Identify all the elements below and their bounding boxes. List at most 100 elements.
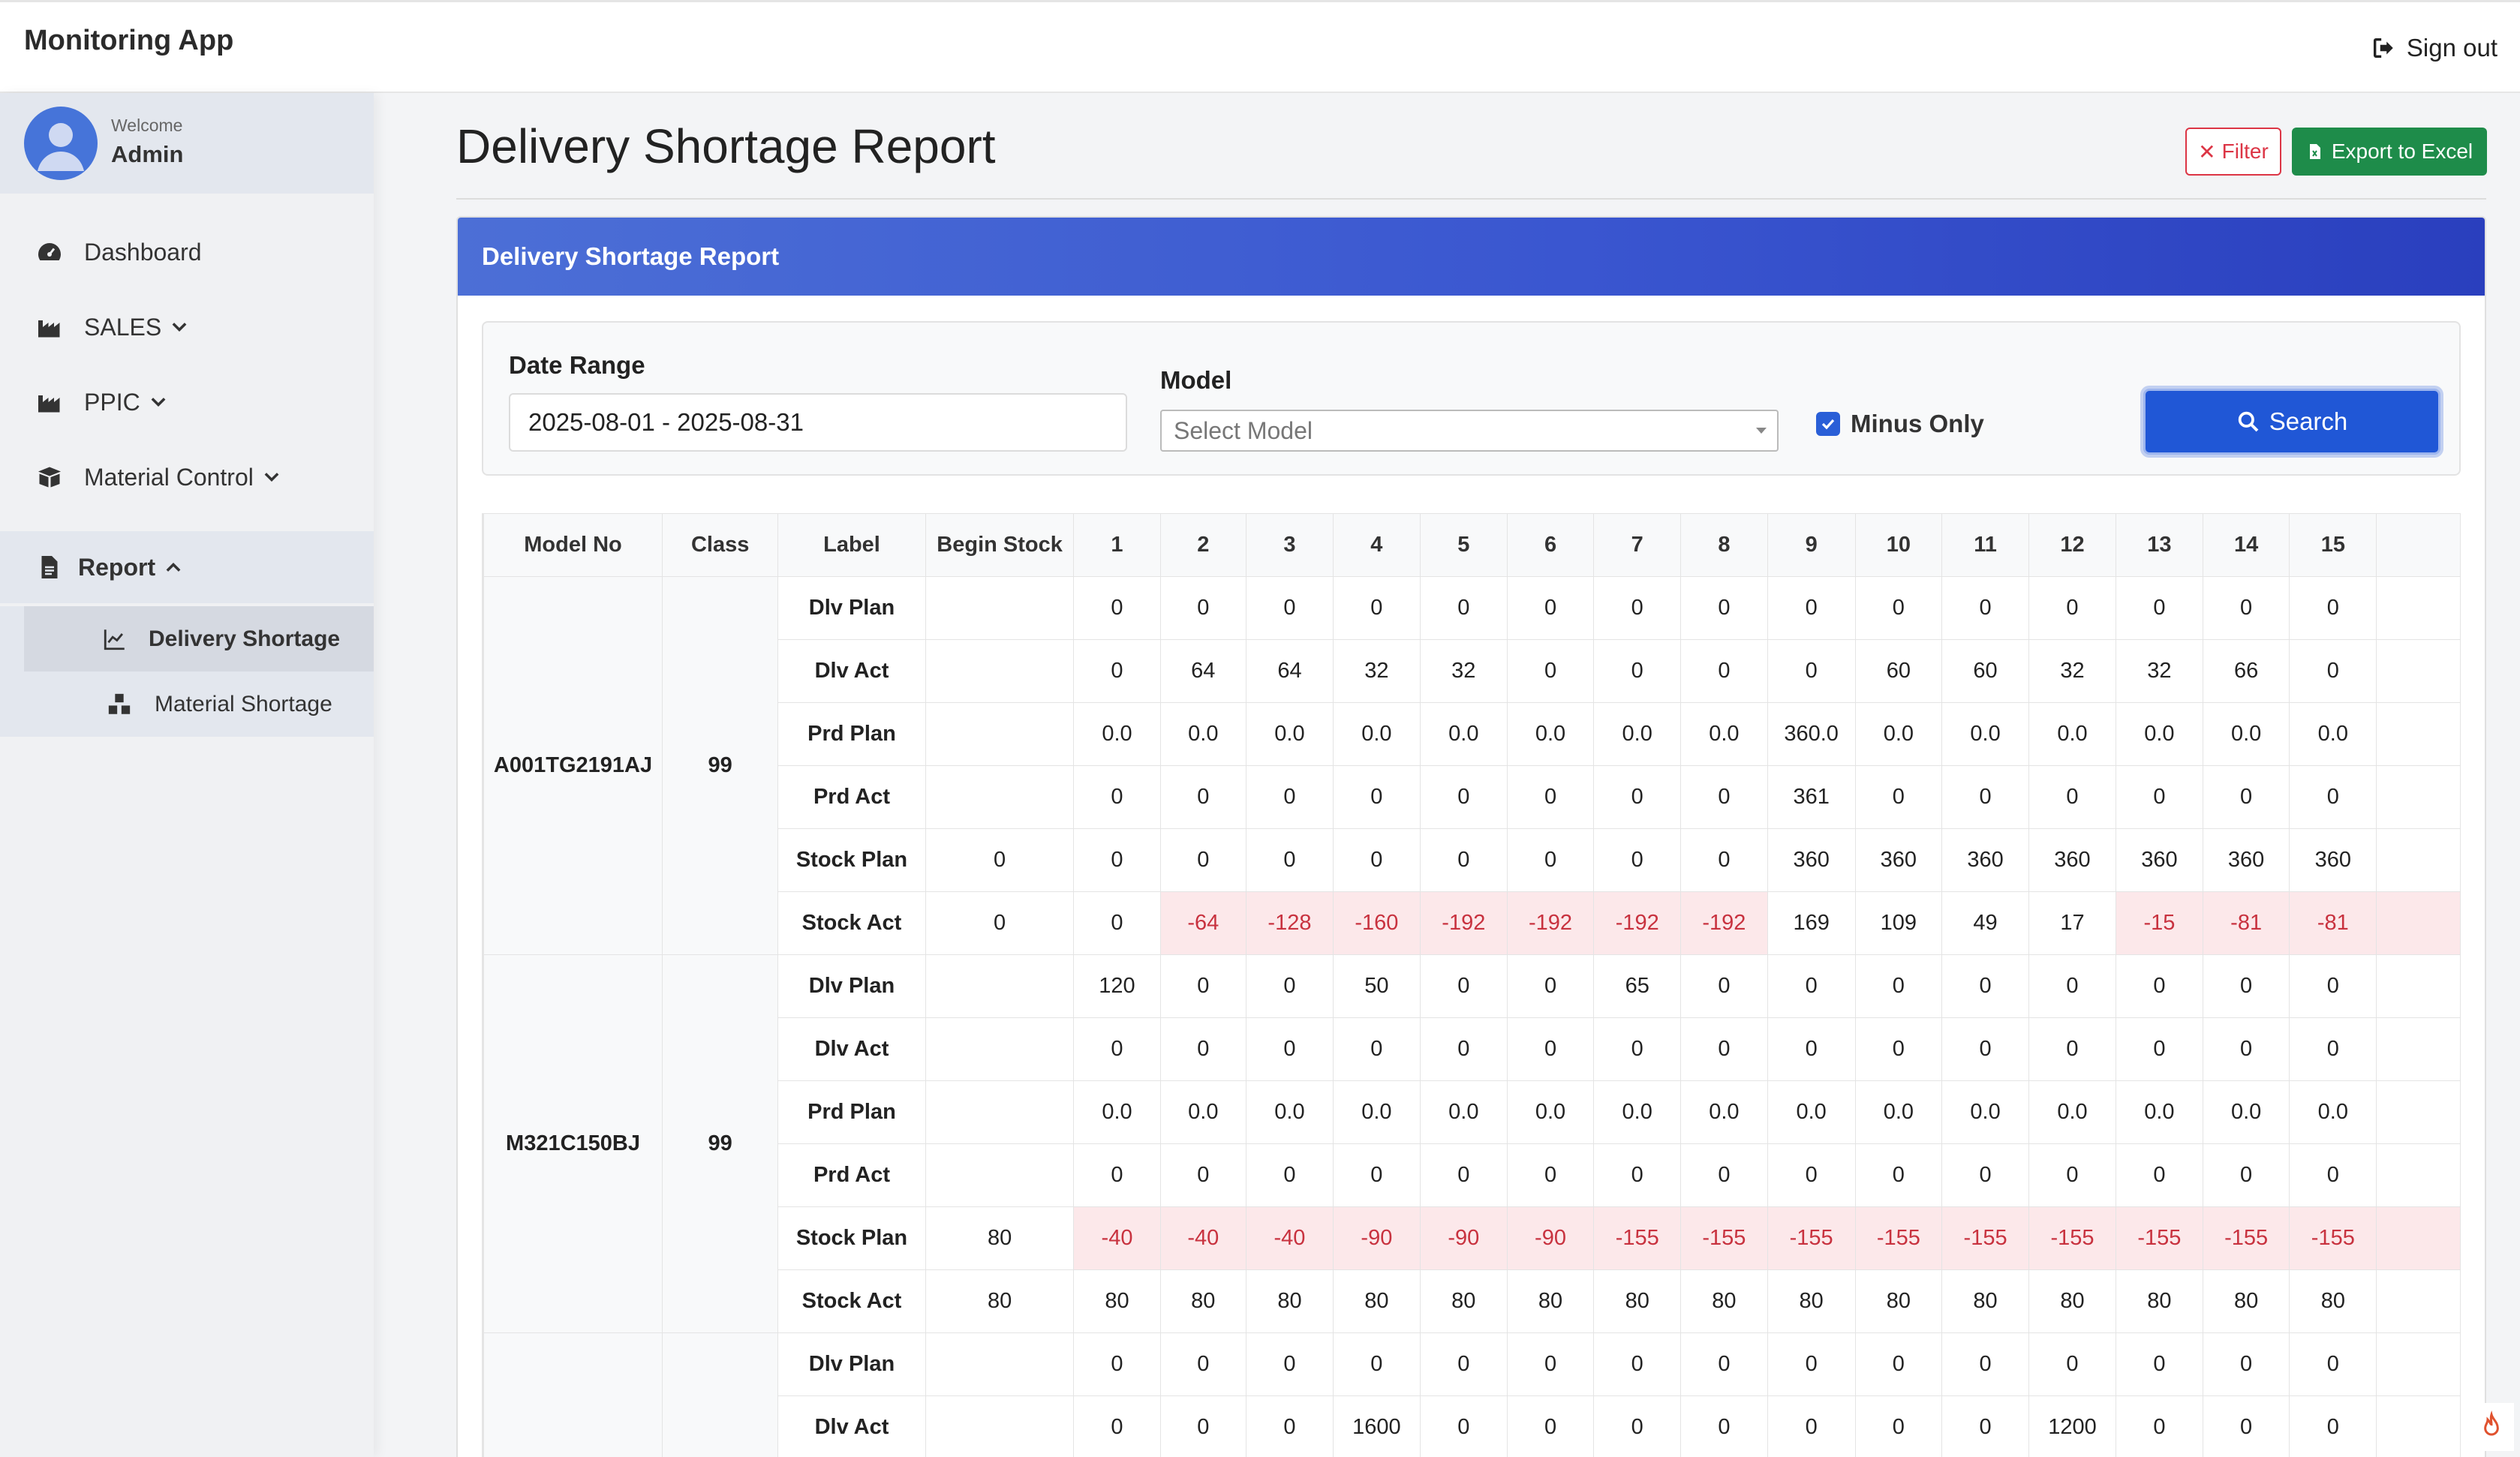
day-value-cell: 0.0 [1506, 702, 1595, 766]
box-icon [38, 467, 61, 488]
date-range-input[interactable]: 2025-08-01 - 2025-08-31 [509, 393, 1127, 452]
day-value-cell: 0 [1941, 576, 2029, 640]
day-value-cell: 80 [1246, 1269, 1334, 1333]
sidebar-item-ppic[interactable]: PPIC [0, 366, 374, 438]
sidebar-item-sales[interactable]: SALES [0, 291, 374, 363]
begin-stock-cell [925, 702, 1075, 766]
day-value-cell: -155 [1854, 1206, 1943, 1270]
report-table-container[interactable]: Model No Class Label Begin Stock 1 2 3 4 5 6 7 8 9 10… [482, 513, 2461, 1457]
day-value-cell: 0 [1854, 1332, 1943, 1396]
table-header-cell: Model No [483, 513, 663, 577]
overflow-cell [2376, 891, 2461, 955]
table-header-cell: 9 [1767, 513, 1856, 577]
day-value-cell: 32 [1332, 639, 1421, 703]
table-header-cell-overflow [2376, 513, 2461, 577]
row-label-cell: Prd Act [777, 765, 926, 829]
day-value-cell: 0 [1506, 765, 1595, 829]
day-value-cell: 0.0 [1073, 702, 1161, 766]
day-value-cell: -192 [1419, 891, 1508, 955]
day-value-cell: 0.0 [1419, 702, 1508, 766]
sidebar-item-material-control[interactable]: Material Control [0, 441, 374, 513]
day-value-cell: 0 [1246, 828, 1334, 892]
chevron-down-icon [264, 473, 279, 482]
table-row: Stock Plan 80 -40 -40 -40 -90 -90 -90 -155 -155 -1… [484, 1206, 2461, 1270]
report-card: Delivery Shortage Report Date Range 2025… [456, 216, 2486, 1457]
welcome-text: Welcome [111, 116, 183, 135]
day-value-cell: 0 [1246, 1332, 1334, 1396]
sidebar-item-dashboard[interactable]: Dashboard [0, 216, 374, 288]
filter-panel: Date Range 2025-08-01 - 2025-08-31 Model… [482, 321, 2461, 476]
table-row: Dlv Act 0 64 64 32 32 0 0 0 0 60 60 32 32 66 0 [484, 639, 2461, 703]
day-value-cell: 0.0 [1680, 1080, 1768, 1144]
day-value-cell: 0.0 [2202, 1080, 2290, 1144]
day-value-cell: 0.0 [1159, 702, 1247, 766]
sign-out-link[interactable]: Sign out [2371, 34, 2497, 62]
gauge-icon [38, 243, 61, 260]
chevron-down-icon [172, 323, 187, 332]
overflow-cell [2376, 954, 2461, 1018]
day-value-cell: 0.0 [1854, 702, 1943, 766]
sidebar-item-delivery-shortage[interactable]: Delivery Shortage [24, 606, 374, 671]
floating-widget[interactable] [2469, 1403, 2514, 1451]
table-header-cell: Label [777, 513, 926, 577]
begin-stock-cell [925, 1080, 1075, 1144]
sidebar-subitem-label: Material Shortage [155, 691, 332, 716]
day-value-cell: 49 [1941, 891, 2029, 955]
filter-button[interactable]: ✕ Filter [2185, 128, 2281, 176]
table-header-cell: 1 [1073, 513, 1161, 577]
day-value-cell: 0 [1073, 1017, 1161, 1081]
day-value-cell: 0.0 [1246, 1080, 1334, 1144]
day-value-cell: 0 [1159, 1017, 1247, 1081]
sidebar-item-report[interactable]: Report [0, 531, 374, 603]
day-value-cell: 0 [1073, 576, 1161, 640]
day-value-cell: 0 [1073, 1395, 1161, 1457]
day-value-cell: -155 [1680, 1206, 1768, 1270]
day-value-cell: -192 [1593, 891, 1682, 955]
day-value-cell: 0 [1159, 1332, 1247, 1396]
day-value-cell: -160 [1332, 891, 1421, 955]
avatar [24, 107, 98, 180]
day-value-cell: 80 [1419, 1269, 1508, 1333]
day-value-cell: 80 [2202, 1269, 2290, 1333]
minus-only-checkbox[interactable] [1816, 412, 1840, 436]
table-row: Prd Plan 0.0 0.0 0.0 0.0 0.0 0.0 0.0 0.0 0.0 0.0 0.… [484, 1080, 2461, 1144]
day-value-cell: 80 [1159, 1269, 1247, 1333]
search-button[interactable]: Search [2143, 389, 2440, 455]
export-excel-button[interactable]: Export to Excel [2292, 128, 2487, 176]
day-value-cell: 0 [2202, 1332, 2290, 1396]
model-select[interactable]: Select Model [1160, 410, 1779, 452]
day-value-cell: 0.0 [2289, 1080, 2377, 1144]
day-value-cell: 0 [1854, 576, 1943, 640]
day-value-cell: 0 [1506, 639, 1595, 703]
table-row: Prd Plan 0.0 0.0 0.0 0.0 0.0 0.0 0.0 0.0 360.0 0.0… [484, 702, 2461, 766]
day-value-cell: 0 [2289, 1395, 2377, 1457]
day-value-cell: 0 [2202, 765, 2290, 829]
sidebar-item-material-shortage[interactable]: Material Shortage [24, 671, 374, 737]
begin-stock-cell [925, 576, 1075, 640]
table-header-cell: 13 [2116, 513, 2203, 577]
day-value-cell: 0 [1246, 1395, 1334, 1457]
day-value-cell: 0 [1419, 576, 1508, 640]
table-header-cell: 5 [1419, 513, 1508, 577]
table-row: Dlv Plan 0 0 0 0 0 0 0 0 0 0 0 0 0 0 0 [483, 1332, 2461, 1457]
day-value-cell: 0 [1506, 576, 1595, 640]
app-brand[interactable]: Monitoring App [24, 25, 233, 57]
day-value-cell: 0 [1073, 1143, 1161, 1207]
top-navbar: Monitoring App Sign out [0, 0, 2520, 93]
day-value-cell: 0 [2116, 765, 2203, 829]
day-value-cell: 0 [1680, 954, 1768, 1018]
row-label-cell: Dlv Act [777, 639, 926, 703]
day-value-cell: 0 [1506, 1017, 1595, 1081]
table-header-cell: 11 [1941, 513, 2029, 577]
day-value-cell: 0 [1419, 1143, 1508, 1207]
day-value-cell: 0 [1159, 1143, 1247, 1207]
row-label-cell: Dlv Plan [777, 954, 926, 1018]
row-label-cell: Stock Act [777, 891, 926, 955]
table-row: Prd Act 0 0 0 0 0 0 0 0 0 0 0 0 0 0 0 [484, 1143, 2461, 1207]
day-value-cell: 0.0 [2116, 702, 2203, 766]
day-value-cell: 0 [1332, 1332, 1421, 1396]
day-value-cell: -64 [1159, 891, 1247, 955]
day-value-cell: 360 [2202, 828, 2290, 892]
minus-only-toggle[interactable]: Minus Only [1816, 410, 1984, 438]
day-value-cell: 0 [1941, 1017, 2029, 1081]
